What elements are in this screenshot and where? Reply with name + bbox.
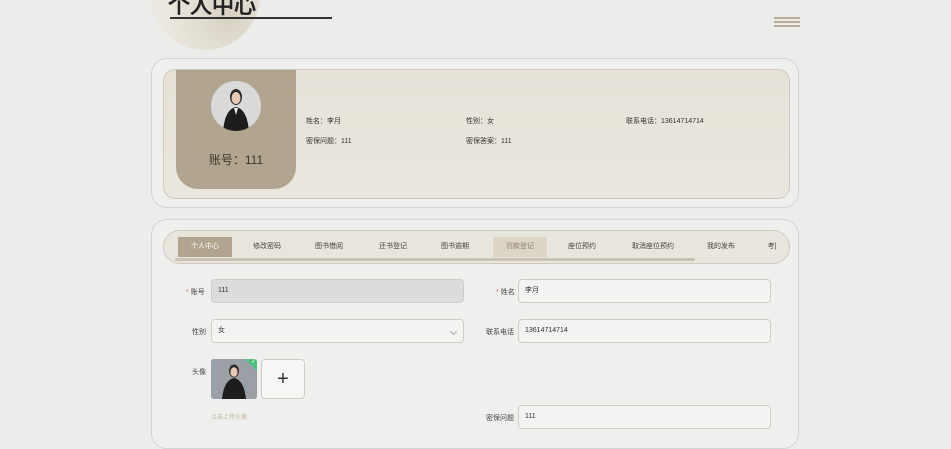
upload-hint: 点击上传头像 [211, 415, 248, 421]
name-info: 姓名：李月 [306, 118, 341, 125]
tab-book-borrow[interactable]: 图书借阅 [302, 237, 356, 257]
security-answer-info: 密保答案：111 [466, 138, 512, 145]
phone-info: 联系电话：13614714714 [626, 118, 704, 125]
name-input[interactable]: 李月 [518, 279, 771, 303]
tab-bar: 个人中心 修改密码 图书借阅 还书登记 图书逾期 罚款登记 座位预约 取消座位预… [163, 230, 790, 264]
account-display: 账号：111 [176, 151, 296, 168]
profile-panel: 账号：111 姓名：李月 性别：女 联系电话：13614714714 密保问题：… [151, 58, 799, 208]
upload-avatar-button[interactable]: + [261, 359, 305, 399]
phone-field-label: 联系电话 [486, 329, 514, 336]
gender-field-label: 性别 [192, 329, 206, 336]
tab-book-overdue[interactable]: 图书逾期 [428, 237, 482, 257]
chevron-down-icon [449, 327, 458, 336]
name-field-label: * 姓名 [496, 289, 515, 296]
security-question-info: 密保问题：111 [306, 138, 352, 145]
security-question-field-label: 密保问题 [486, 415, 514, 422]
title-underline [170, 17, 332, 19]
tab-book-return[interactable]: 还书登记 [366, 237, 420, 257]
tab-my-posts[interactable]: 我的发布 [694, 237, 748, 257]
tab-change-password[interactable]: 修改密码 [240, 237, 294, 257]
gender-info: 性别：女 [466, 118, 494, 125]
tab-profile[interactable]: 个人中心 [178, 237, 232, 257]
account-label: 账号： [208, 153, 245, 167]
plus-icon: + [277, 368, 289, 390]
avatar [211, 81, 261, 131]
phone-input[interactable]: 13614714714 [518, 319, 771, 343]
hamburger-icon[interactable] [774, 17, 800, 29]
avatar-field-label: 头像 [192, 369, 206, 376]
tab-cancel-seat[interactable]: 取消座位预约 [622, 237, 684, 257]
account-input[interactable]: 111 [211, 279, 464, 303]
tab-scrollbar[interactable] [175, 258, 695, 261]
profile-card: 账号：111 姓名：李月 性别：女 联系电话：13614714714 密保问题：… [163, 69, 790, 199]
avatar-thumbnail[interactable]: ✓ [211, 359, 257, 399]
avatar-block: 账号：111 [176, 70, 296, 189]
gender-select-value: 女 [218, 327, 225, 334]
person-photo-icon [211, 81, 261, 131]
tab-more[interactable]: 考| [760, 237, 784, 257]
security-question-input[interactable]: 111 [518, 405, 771, 429]
account-value: 111 [244, 153, 264, 167]
tab-seat-reserve[interactable]: 座位预约 [555, 237, 609, 257]
gender-select[interactable]: 女 [211, 319, 464, 343]
account-field-label: * 账号 [186, 289, 205, 296]
